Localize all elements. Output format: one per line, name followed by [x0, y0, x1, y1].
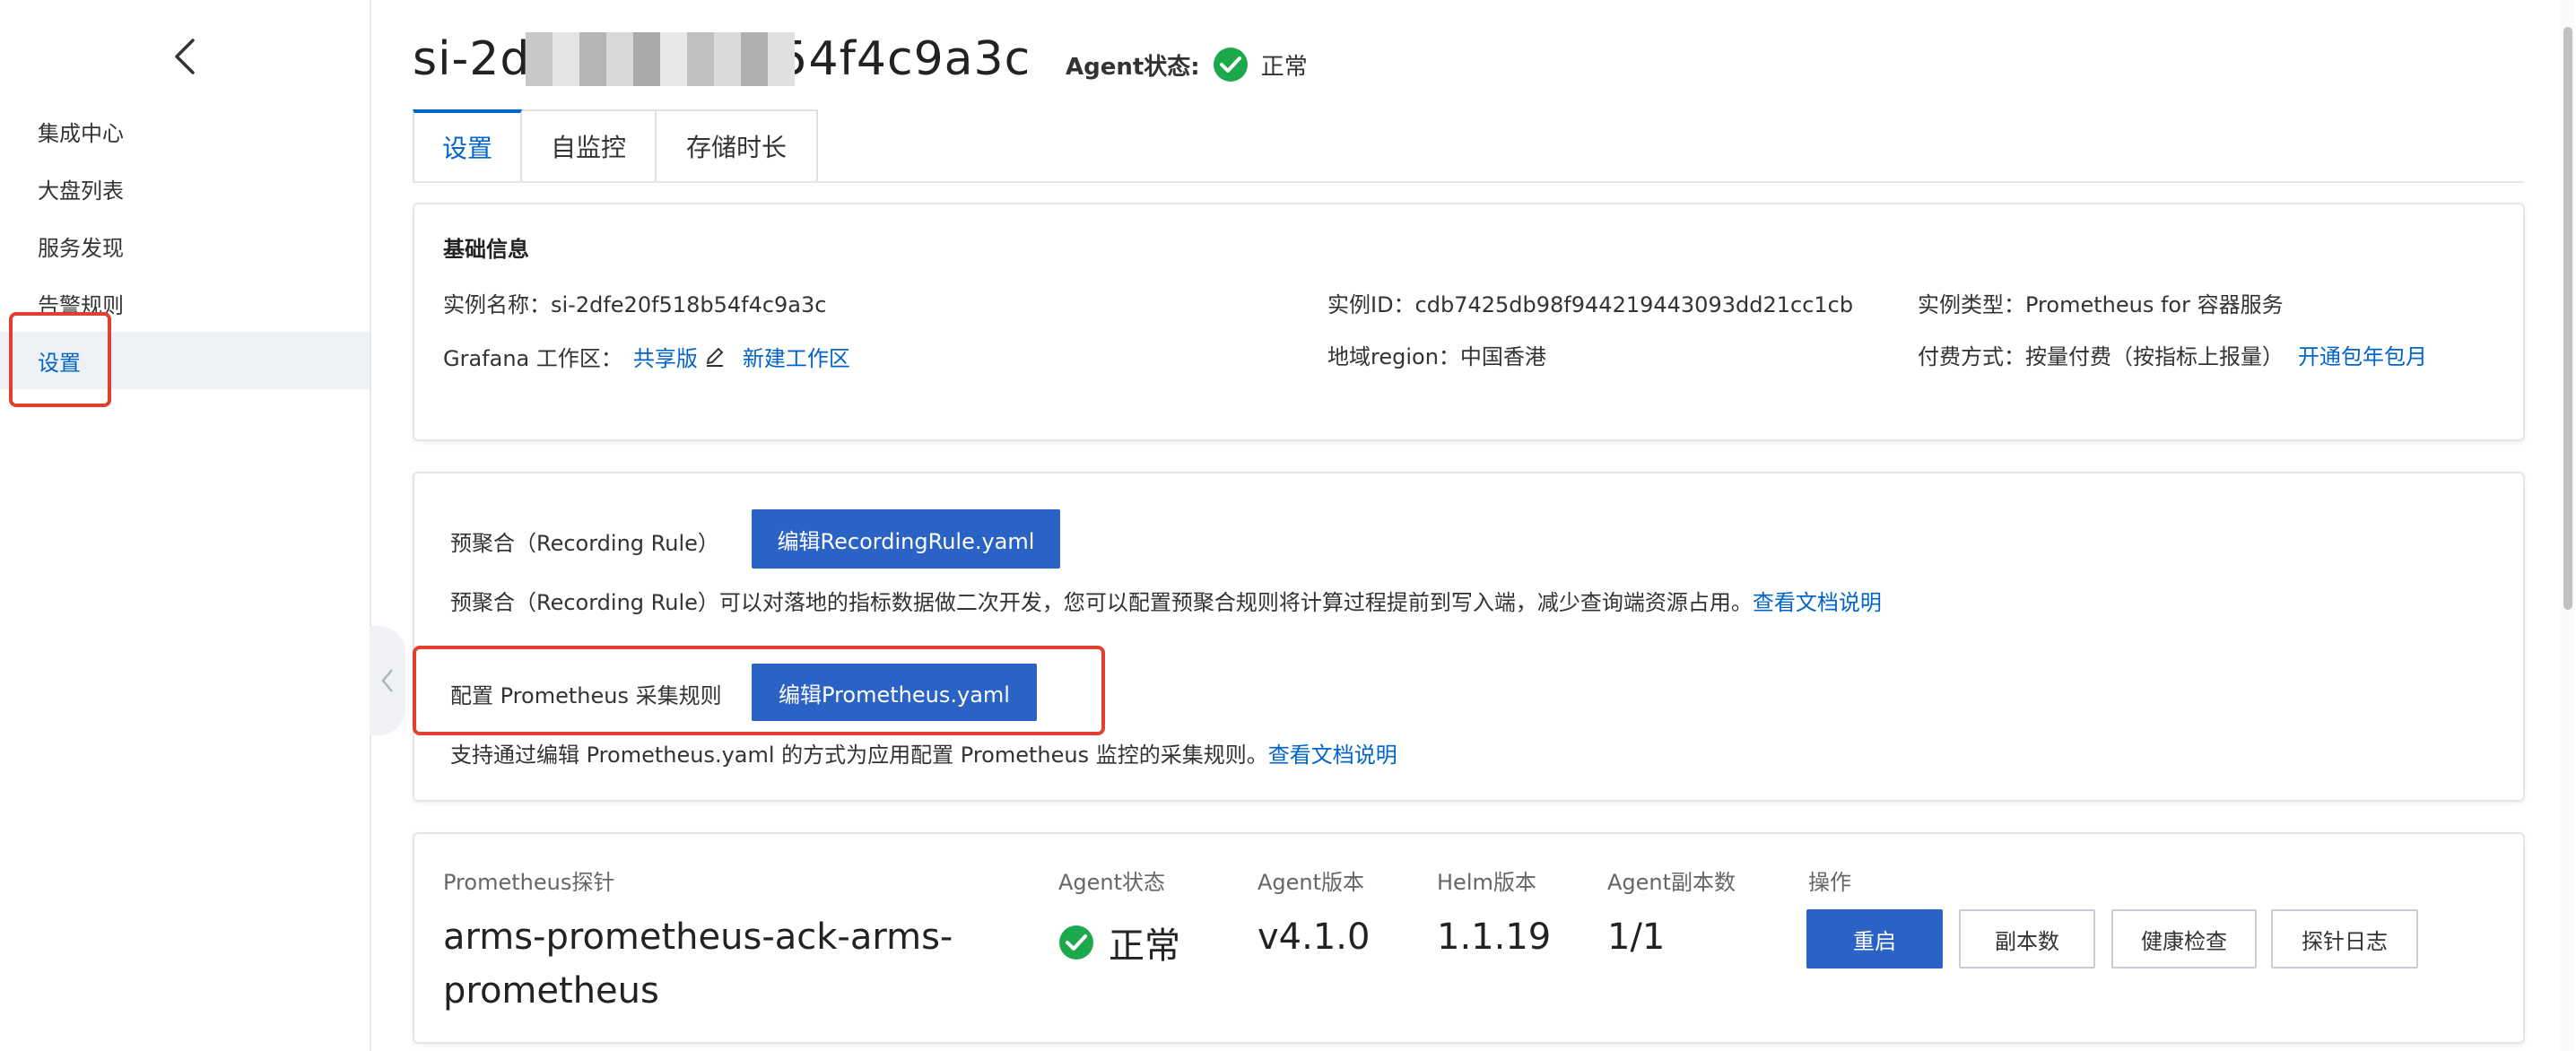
sidebar: 集成中心 大盘列表 服务发现 告警规则 设置 — [0, 0, 371, 1051]
rules-card: 预聚合（Recording Rule） 编辑RecordingRule.yaml… — [413, 472, 2525, 802]
tab-label: 设置 — [441, 134, 492, 163]
sidebar-item-integration-center[interactable]: 集成中心 — [0, 102, 370, 160]
scrollbar-thumb[interactable] — [2563, 27, 2572, 610]
collapse-sidebar-handle[interactable] — [370, 626, 405, 735]
highlight-box-prometheus — [413, 646, 1105, 735]
subscription-link[interactable]: 开通包年包月 — [2298, 339, 2427, 370]
health-check-button[interactable]: 健康检查 — [2111, 909, 2257, 968]
recording-doc-link[interactable]: 查看文档说明 — [1753, 585, 1882, 616]
col-header-agent-version: Agent版本 — [1258, 870, 1365, 895]
basic-info-card: 基础信息 实例名称：si-2dfe20f518b54f4c9a3c 实例ID：c… — [413, 203, 2525, 441]
tab-self-monitoring[interactable]: 自监控 — [522, 109, 657, 183]
col-header-agent-status: Agent状态 — [1058, 870, 1166, 895]
check-circle-icon — [1059, 925, 1093, 960]
instance-type: 实例类型：Prometheus for 容器服务 — [1918, 292, 2284, 317]
probe-helm-version: 1.1.19 — [1437, 916, 1552, 958]
highlight-box-settings — [9, 312, 111, 407]
probe-agent-version: v4.1.0 — [1258, 916, 1371, 958]
billing-text: 付费方式：按量付费（按指标上报量） — [1918, 344, 2284, 369]
agent-status-value: 正常 — [1260, 53, 1308, 81]
grafana-workspace: Grafana 工作区： 共享版 新建工作区 — [443, 341, 850, 372]
tab-label: 存储时长 — [685, 133, 787, 162]
probe-status-text: 正常 — [1109, 925, 1180, 967]
agent-status-header: Agent状态: 正常 — [1066, 47, 1308, 83]
probe-status: 正常 — [1058, 916, 1180, 968]
probe-log-button[interactable]: 探针日志 — [2271, 909, 2418, 968]
section-title: 基础信息 — [443, 237, 529, 262]
tab-bar: 设置 自监控 存储时长 — [413, 109, 818, 183]
grafana-label: Grafana 工作区： — [443, 346, 622, 371]
prometheus-rule-desc-text: 支持通过编辑 Prometheus.yaml 的方式为应用配置 Promethe… — [450, 743, 1268, 768]
col-header-replicas: Agent副本数 — [1607, 870, 1736, 895]
new-workspace-link[interactable]: 新建工作区 — [743, 341, 850, 372]
back-chevron-icon[interactable] — [167, 34, 203, 79]
tab-settings[interactable]: 设置 — [413, 109, 522, 183]
col-header-actions: 操作 — [1808, 870, 1851, 895]
recording-rule-desc: 预聚合（Recording Rule）可以对落地的指标数据做二次开发，您可以配置… — [450, 585, 1882, 616]
grafana-shared-link[interactable]: 共享版 — [633, 341, 698, 372]
replicas-button[interactable]: 副本数 — [1959, 909, 2095, 968]
instance-id: 实例ID：cdb7425db98f944219443093dd21cc1cb — [1327, 292, 1854, 317]
recording-rule-label: 预聚合（Recording Rule） — [450, 531, 719, 556]
check-circle-icon — [1213, 48, 1248, 82]
sidebar-item-label: 大盘列表 — [38, 178, 124, 204]
agent-status-label: Agent状态: — [1066, 53, 1200, 81]
sidebar-item-label: 服务发现 — [38, 235, 124, 261]
prometheus-doc-link[interactable]: 查看文档说明 — [1268, 737, 1397, 769]
tab-label: 自监控 — [550, 133, 626, 162]
instance-name: 实例名称：si-2dfe20f518b54f4c9a3c — [443, 292, 827, 317]
edit-recording-rule-button[interactable]: 编辑RecordingRule.yaml — [752, 509, 1060, 569]
sidebar-item-label: 集成中心 — [38, 120, 124, 146]
edit-pencil-icon[interactable] — [703, 345, 727, 369]
restart-button[interactable]: 重启 — [1806, 909, 1943, 968]
recording-rule-desc-text: 预聚合（Recording Rule）可以对落地的指标数据做二次开发，您可以配置… — [450, 590, 1753, 615]
tab-storage-duration[interactable]: 存储时长 — [657, 109, 818, 183]
probe-card: Prometheus探针 Agent状态 Agent版本 Helm版本 Agen… — [413, 832, 2525, 1044]
prometheus-rule-desc: 支持通过编辑 Prometheus.yaml 的方式为应用配置 Promethe… — [450, 737, 1397, 769]
col-header-probe: Prometheus探针 — [443, 870, 615, 895]
region: 地域region：中国香港 — [1327, 344, 1546, 369]
sidebar-item-dashboard-list[interactable]: 大盘列表 — [0, 160, 370, 217]
tab-divider — [413, 181, 2525, 183]
probe-replicas: 1/1 — [1607, 916, 1666, 958]
probe-name-line1: arms-prometheus-ack-arms- — [443, 916, 953, 958]
billing-method: 付费方式：按量付费（按指标上报量） 开通包年包月 — [1918, 339, 2427, 370]
redacted-mosaic — [526, 32, 795, 86]
sidebar-item-service-discovery[interactable]: 服务发现 — [0, 217, 370, 274]
col-header-helm-version: Helm版本 — [1437, 870, 1536, 895]
probe-name-line2: prometheus — [443, 970, 659, 1012]
